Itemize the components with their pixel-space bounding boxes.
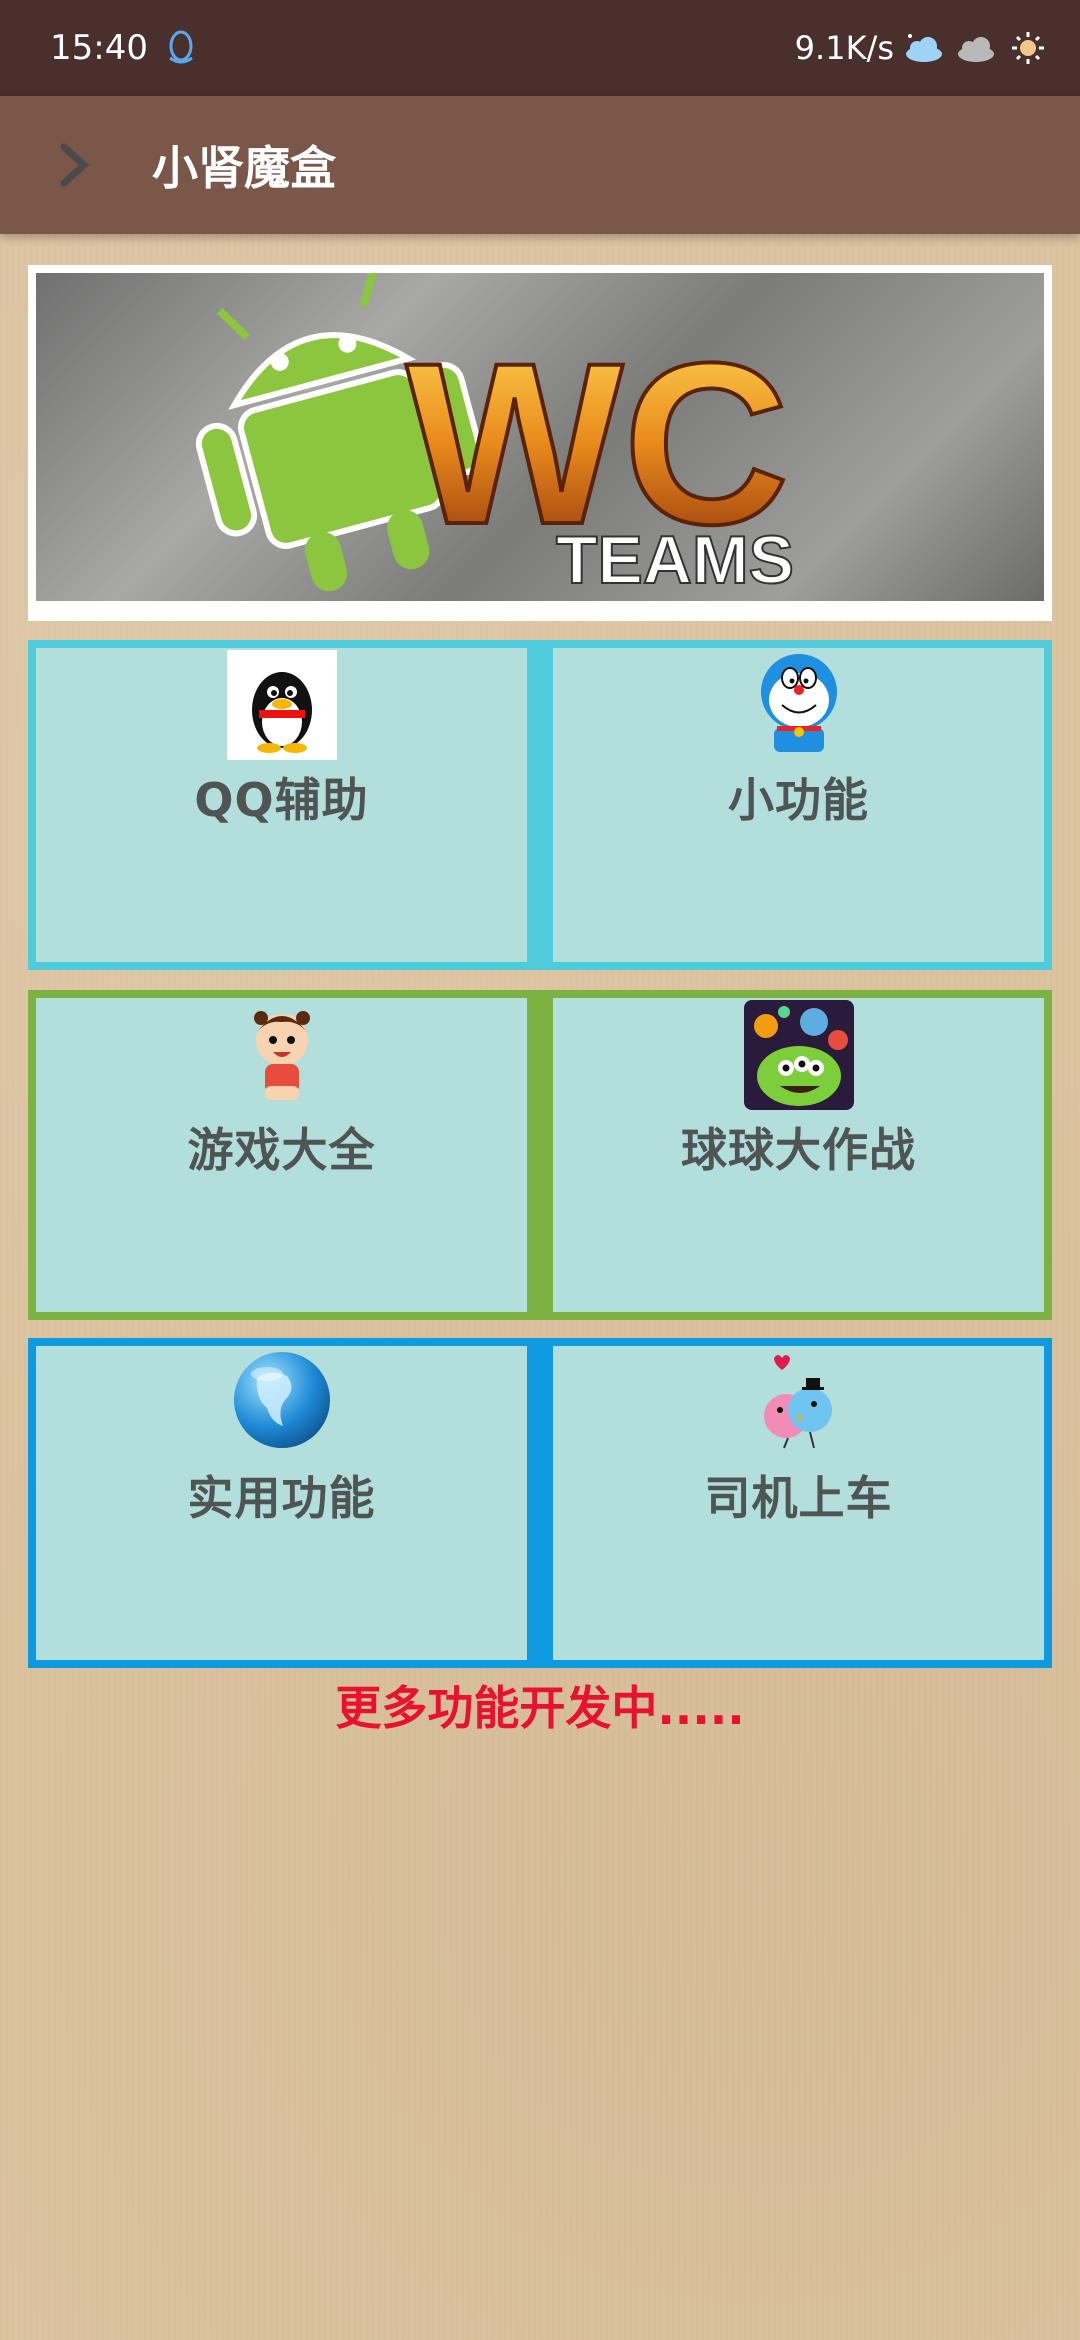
chevron-right-icon[interactable]: [44, 135, 104, 195]
tile-games[interactable]: 游戏大全: [36, 998, 527, 1312]
status-bar: 15:40 9.1K/s: [0, 0, 1080, 96]
status-right: 9.1K/s: [795, 29, 1050, 67]
tile-label: 游戏大全: [187, 1123, 376, 1177]
tile-small-functions[interactable]: 小功能: [553, 648, 1044, 962]
tile-label: 实用功能: [187, 1471, 376, 1525]
android-logo-icon: WC TEAMS: [195, 273, 795, 599]
tile-label: 球球大作战: [681, 1123, 916, 1177]
banner-image: WC TEAMS: [36, 273, 1044, 601]
qq-icon: [169, 30, 193, 64]
status-time: 15:40: [50, 28, 148, 68]
tile-utilities[interactable]: 实用功能: [36, 1346, 527, 1660]
cloud-weather-icon: [906, 34, 942, 62]
doraemon-icon: [760, 654, 837, 752]
network-speed: 9.1K/s: [794, 29, 894, 67]
tile-balls-battle[interactable]: 球球大作战: [553, 998, 1044, 1312]
cartoon-kid-icon: [253, 1011, 310, 1100]
qq-penguin-icon: [226, 650, 337, 760]
page-title: 小肾魔盒: [152, 141, 336, 195]
banner-subtitle: TEAMS: [556, 522, 794, 598]
tile-label: 小功能: [728, 773, 869, 827]
tile-label: 司机上车: [704, 1471, 893, 1525]
balls-game-icon: [743, 1000, 854, 1110]
tile-driver-onboard[interactable]: 司机上车: [553, 1346, 1044, 1660]
app-bar: 小肾魔盒: [0, 96, 1080, 234]
tile-row-3: 实用功能 司机上车: [28, 1338, 1052, 1668]
cloud-icon: [958, 37, 994, 62]
sun-icon: [1012, 32, 1044, 64]
banner: WC TEAMS: [28, 265, 1052, 621]
tile-label: QQ辅助: [194, 773, 369, 827]
globe-icon: [233, 1352, 330, 1448]
birds-couple-icon: [763, 1355, 832, 1449]
tile-row-2: 游戏大全 球球大作战: [28, 990, 1052, 1320]
footer-note: 更多功能开发中.....: [335, 1681, 745, 1735]
tile-row-1: QQ辅助 小功能: [28, 640, 1052, 970]
tile-qq-assist[interactable]: QQ辅助: [36, 648, 527, 962]
